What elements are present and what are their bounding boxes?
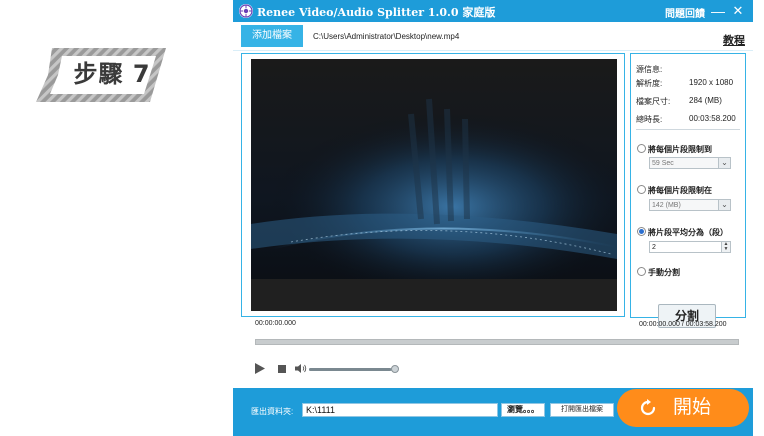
source-info-label: 源信息:: [636, 65, 663, 74]
output-folder-input[interactable]: K:\1111: [302, 403, 498, 417]
volume-level: [309, 368, 391, 371]
minimize-icon[interactable]: —: [711, 2, 725, 20]
video-preview-frame: [241, 53, 625, 317]
info-panel: 源信息: 解析度: 1920 x 1080 檔案尺寸: 284 (MB) 總時長…: [630, 53, 746, 328]
app-logo-icon: [239, 4, 253, 18]
timeline-slider[interactable]: [255, 339, 739, 345]
output-bar: 匯出資料夾: K:\1111 瀏覽。。。 打開匯出檔案 開始: [233, 388, 753, 436]
filesize-label: 檔案尺寸:: [636, 97, 671, 106]
equal-segments-radio[interactable]: [637, 227, 646, 236]
volume-icon[interactable]: [295, 363, 307, 374]
size-select-value: 142 (MB): [652, 202, 681, 209]
refresh-icon: [640, 399, 656, 416]
feedback-link[interactable]: 問題回饋: [665, 5, 705, 20]
start-button-label: 開始: [673, 397, 712, 418]
size-select[interactable]: 142 (MB) ⌄: [649, 199, 731, 211]
duration-select[interactable]: 59 Sec ⌄: [649, 157, 731, 169]
current-time: 00:00:00.000: [255, 320, 296, 327]
equal-segments-label[interactable]: 將片段平均分為（段）: [648, 227, 728, 238]
add-file-button[interactable]: 添加檔案: [241, 25, 303, 47]
segments-stepper-value: 2: [652, 244, 656, 251]
window-title: Renee Video/Audio Splitter 1.0.0 家庭版: [257, 6, 496, 19]
tutorial-link[interactable]: 教程: [723, 32, 745, 48]
resolution-label: 解析度:: [636, 79, 663, 88]
duration-select-value: 59 Sec: [652, 160, 674, 167]
output-folder-label: 匯出資料夾:: [251, 407, 294, 416]
divider: [233, 50, 753, 51]
volume-slider[interactable]: [309, 368, 395, 371]
browse-button[interactable]: 瀏覽。。。: [501, 403, 545, 417]
limit-size-radio[interactable]: [637, 185, 646, 194]
close-icon[interactable]: ✕: [731, 2, 745, 20]
app-window: Renee Video/Audio Splitter 1.0.0 家庭版 問題回…: [233, 0, 753, 436]
step-badge: 步驟 7: [34, 44, 170, 106]
limit-size-label[interactable]: 將每個片段限制在: [648, 185, 712, 196]
manual-split-radio[interactable]: [637, 267, 646, 276]
start-button[interactable]: 開始: [617, 389, 749, 427]
time-range: 00:00:00.000 / 00:03:58.200: [639, 321, 727, 328]
manual-split-label[interactable]: 手動分割: [648, 267, 680, 278]
limit-duration-label[interactable]: 將每個片段限制到: [648, 144, 712, 155]
duration-label: 總時長:: [636, 115, 663, 124]
chevron-down-icon[interactable]: ⌄: [718, 158, 730, 168]
video-frame-image: [251, 59, 617, 311]
main-panel: 添加檔案 C:\Users\Administrator\Desktop\new.…: [233, 22, 753, 436]
stepper-arrows-icon[interactable]: ▲ ▼: [721, 242, 730, 252]
open-output-folder-button[interactable]: 打開匯出檔案: [550, 403, 614, 417]
divider: [636, 129, 740, 130]
chevron-down-icon[interactable]: ⌄: [718, 200, 730, 210]
duration-value: 00:03:58.200: [689, 114, 736, 123]
segments-stepper[interactable]: 2 ▲ ▼: [649, 241, 731, 253]
resolution-value: 1920 x 1080: [689, 78, 734, 87]
limit-duration-radio[interactable]: [637, 144, 646, 153]
stop-icon[interactable]: [278, 365, 286, 373]
filesize-value: 284 (MB): [689, 96, 722, 105]
play-icon[interactable]: [255, 363, 265, 374]
step-label: 步驟 7: [73, 60, 151, 88]
title-bar[interactable]: Renee Video/Audio Splitter 1.0.0 家庭版 問題回…: [233, 0, 753, 22]
video-preview[interactable]: [251, 59, 617, 311]
file-path-text: C:\Users\Administrator\Desktop\new.mp4: [313, 32, 460, 41]
volume-knob[interactable]: [391, 365, 399, 373]
